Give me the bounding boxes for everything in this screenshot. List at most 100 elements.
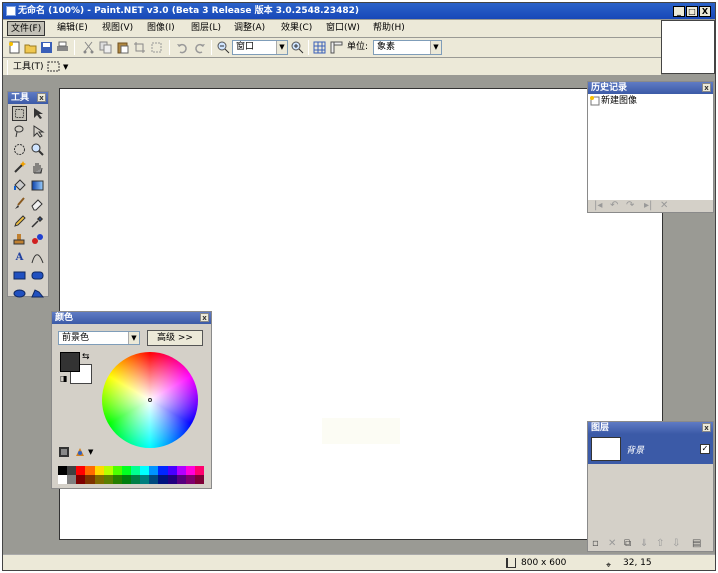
- add-to-palette-icon[interactable]: [58, 446, 70, 458]
- chevron-down-icon[interactable]: ▼: [63, 60, 68, 74]
- color-picker-tool-icon[interactable]: [30, 214, 45, 229]
- recolor-tool-icon[interactable]: [30, 232, 45, 247]
- clone-stamp-tool-icon[interactable]: [12, 232, 27, 247]
- freeform-shape-tool-icon[interactable]: [30, 286, 45, 301]
- palette-swatch[interactable]: [94, 466, 104, 475]
- close-icon[interactable]: x: [702, 83, 711, 92]
- palette-swatch[interactable]: [103, 475, 113, 484]
- palette-swatch[interactable]: [103, 466, 113, 475]
- print-icon[interactable]: [56, 41, 69, 54]
- minimize-button[interactable]: _: [673, 6, 685, 17]
- reset-colors-icon[interactable]: ◨: [60, 374, 68, 383]
- grid-icon[interactable]: [313, 41, 326, 54]
- color-mode-combo[interactable]: 前景色 ▼: [58, 331, 140, 345]
- fast-forward-icon[interactable]: ▸|: [644, 200, 652, 211]
- palette-swatch[interactable]: [121, 475, 131, 484]
- menu-help[interactable]: 帮助(H): [370, 21, 408, 36]
- layer-properties-icon[interactable]: ▤: [692, 538, 701, 549]
- move-selected-tool-icon[interactable]: [30, 124, 45, 139]
- text-tool-icon[interactable]: A: [12, 250, 27, 265]
- menu-view[interactable]: 视图(V): [99, 21, 136, 36]
- primary-color-swatch[interactable]: [60, 352, 80, 372]
- rounded-rectangle-tool-icon[interactable]: [30, 268, 45, 283]
- zoom-tool-icon[interactable]: [30, 142, 45, 157]
- color-wheel[interactable]: [102, 352, 198, 448]
- layer-row[interactable]: 背景 ✓: [588, 434, 713, 464]
- palette-swatch[interactable]: [185, 466, 195, 475]
- tools-panel-title[interactable]: 工具 x: [8, 92, 48, 104]
- colors-panel-title[interactable]: 颜色 x: [52, 312, 211, 324]
- menu-image[interactable]: 图像(I): [144, 21, 178, 36]
- delete-layer-icon[interactable]: ✕: [608, 538, 616, 549]
- chevron-down-icon[interactable]: ▼: [88, 448, 93, 456]
- redo-icon[interactable]: [193, 41, 206, 54]
- ellipse-tool-icon[interactable]: [12, 286, 27, 301]
- paintbrush-tool-icon[interactable]: [12, 196, 27, 211]
- menu-edit[interactable]: 编辑(E): [54, 21, 91, 36]
- chevron-down-icon[interactable]: ▼: [276, 41, 287, 54]
- save-icon[interactable]: [40, 41, 53, 54]
- move-selection-tool-icon[interactable]: [30, 106, 45, 121]
- navigator-thumbnail[interactable]: [661, 20, 715, 74]
- menu-window[interactable]: 窗口(W): [323, 21, 363, 36]
- copy-icon[interactable]: [99, 41, 112, 54]
- undo-icon[interactable]: [176, 41, 189, 54]
- rewind-icon[interactable]: |◂: [594, 200, 602, 211]
- crop-icon[interactable]: [133, 41, 146, 54]
- units-combo[interactable]: 象素 ▼: [373, 40, 442, 55]
- lasso-tool-icon[interactable]: [12, 124, 27, 139]
- gradient-tool-icon[interactable]: [30, 178, 45, 193]
- palette-swatch[interactable]: [158, 475, 168, 484]
- new-file-icon[interactable]: [8, 41, 21, 54]
- history-panel-title[interactable]: 历史记录 x: [588, 82, 713, 94]
- palette-swatch[interactable]: [112, 466, 122, 475]
- palette-swatch[interactable]: [167, 475, 177, 484]
- pan-tool-icon[interactable]: [30, 160, 45, 175]
- ellipse-select-tool-icon[interactable]: [12, 142, 27, 157]
- zoom-in-icon[interactable]: [291, 41, 304, 54]
- duplicate-layer-icon[interactable]: ⧉: [624, 538, 631, 549]
- eraser-tool-icon[interactable]: [30, 196, 45, 211]
- palette-swatch[interactable]: [131, 475, 141, 484]
- chevron-down-icon[interactable]: ▼: [128, 332, 139, 344]
- rectangle-tool-icon[interactable]: [12, 268, 27, 283]
- rectangle-select-icon[interactable]: [47, 60, 60, 73]
- palette-swatch[interactable]: [185, 475, 195, 484]
- magic-wand-tool-icon[interactable]: [12, 160, 27, 175]
- palette-swatch[interactable]: [158, 466, 168, 475]
- swap-colors-icon[interactable]: ⇆: [82, 352, 90, 362]
- palette-swatch[interactable]: [112, 475, 122, 484]
- palette-menu-icon[interactable]: [74, 446, 86, 458]
- undo-icon[interactable]: ↶: [610, 200, 618, 211]
- cut-icon[interactable]: [82, 41, 95, 54]
- open-folder-icon[interactable]: [24, 41, 37, 54]
- palette-swatch[interactable]: [176, 466, 186, 475]
- maximize-button[interactable]: □: [686, 6, 698, 17]
- palette-swatch[interactable]: [76, 475, 86, 484]
- layer-visible-checkbox[interactable]: ✓: [700, 444, 710, 454]
- palette-swatch[interactable]: [194, 475, 204, 484]
- close-icon[interactable]: x: [37, 93, 46, 102]
- merge-layer-icon[interactable]: ⇓: [640, 538, 648, 549]
- palette-swatch[interactable]: [149, 475, 159, 484]
- palette-swatch[interactable]: [85, 466, 95, 475]
- chevron-down-icon[interactable]: ▼: [430, 41, 441, 54]
- line-curve-tool-icon[interactable]: [30, 250, 45, 265]
- title-bar[interactable]: 无命名 (100%) - Paint.NET v3.0 (Beta 3 Rele…: [3, 3, 715, 19]
- paste-icon[interactable]: [116, 41, 129, 54]
- menu-adjust[interactable]: 调整(A): [231, 21, 268, 36]
- add-layer-icon[interactable]: ▫: [592, 538, 599, 549]
- menu-file[interactable]: 文件(F): [7, 21, 46, 36]
- palette-swatch[interactable]: [121, 466, 131, 475]
- palette-swatch[interactable]: [176, 475, 186, 484]
- deselect-icon[interactable]: [150, 41, 163, 54]
- palette-swatch[interactable]: [140, 466, 150, 475]
- pencil-tool-icon[interactable]: [12, 214, 27, 229]
- close-button[interactable]: X: [699, 6, 711, 17]
- palette-swatch[interactable]: [76, 466, 86, 475]
- menu-layers[interactable]: 图层(L): [188, 21, 224, 36]
- palette-swatch[interactable]: [131, 466, 141, 475]
- redo-icon[interactable]: ↷: [626, 200, 634, 211]
- palette-swatch[interactable]: [149, 466, 159, 475]
- close-icon[interactable]: x: [702, 423, 711, 432]
